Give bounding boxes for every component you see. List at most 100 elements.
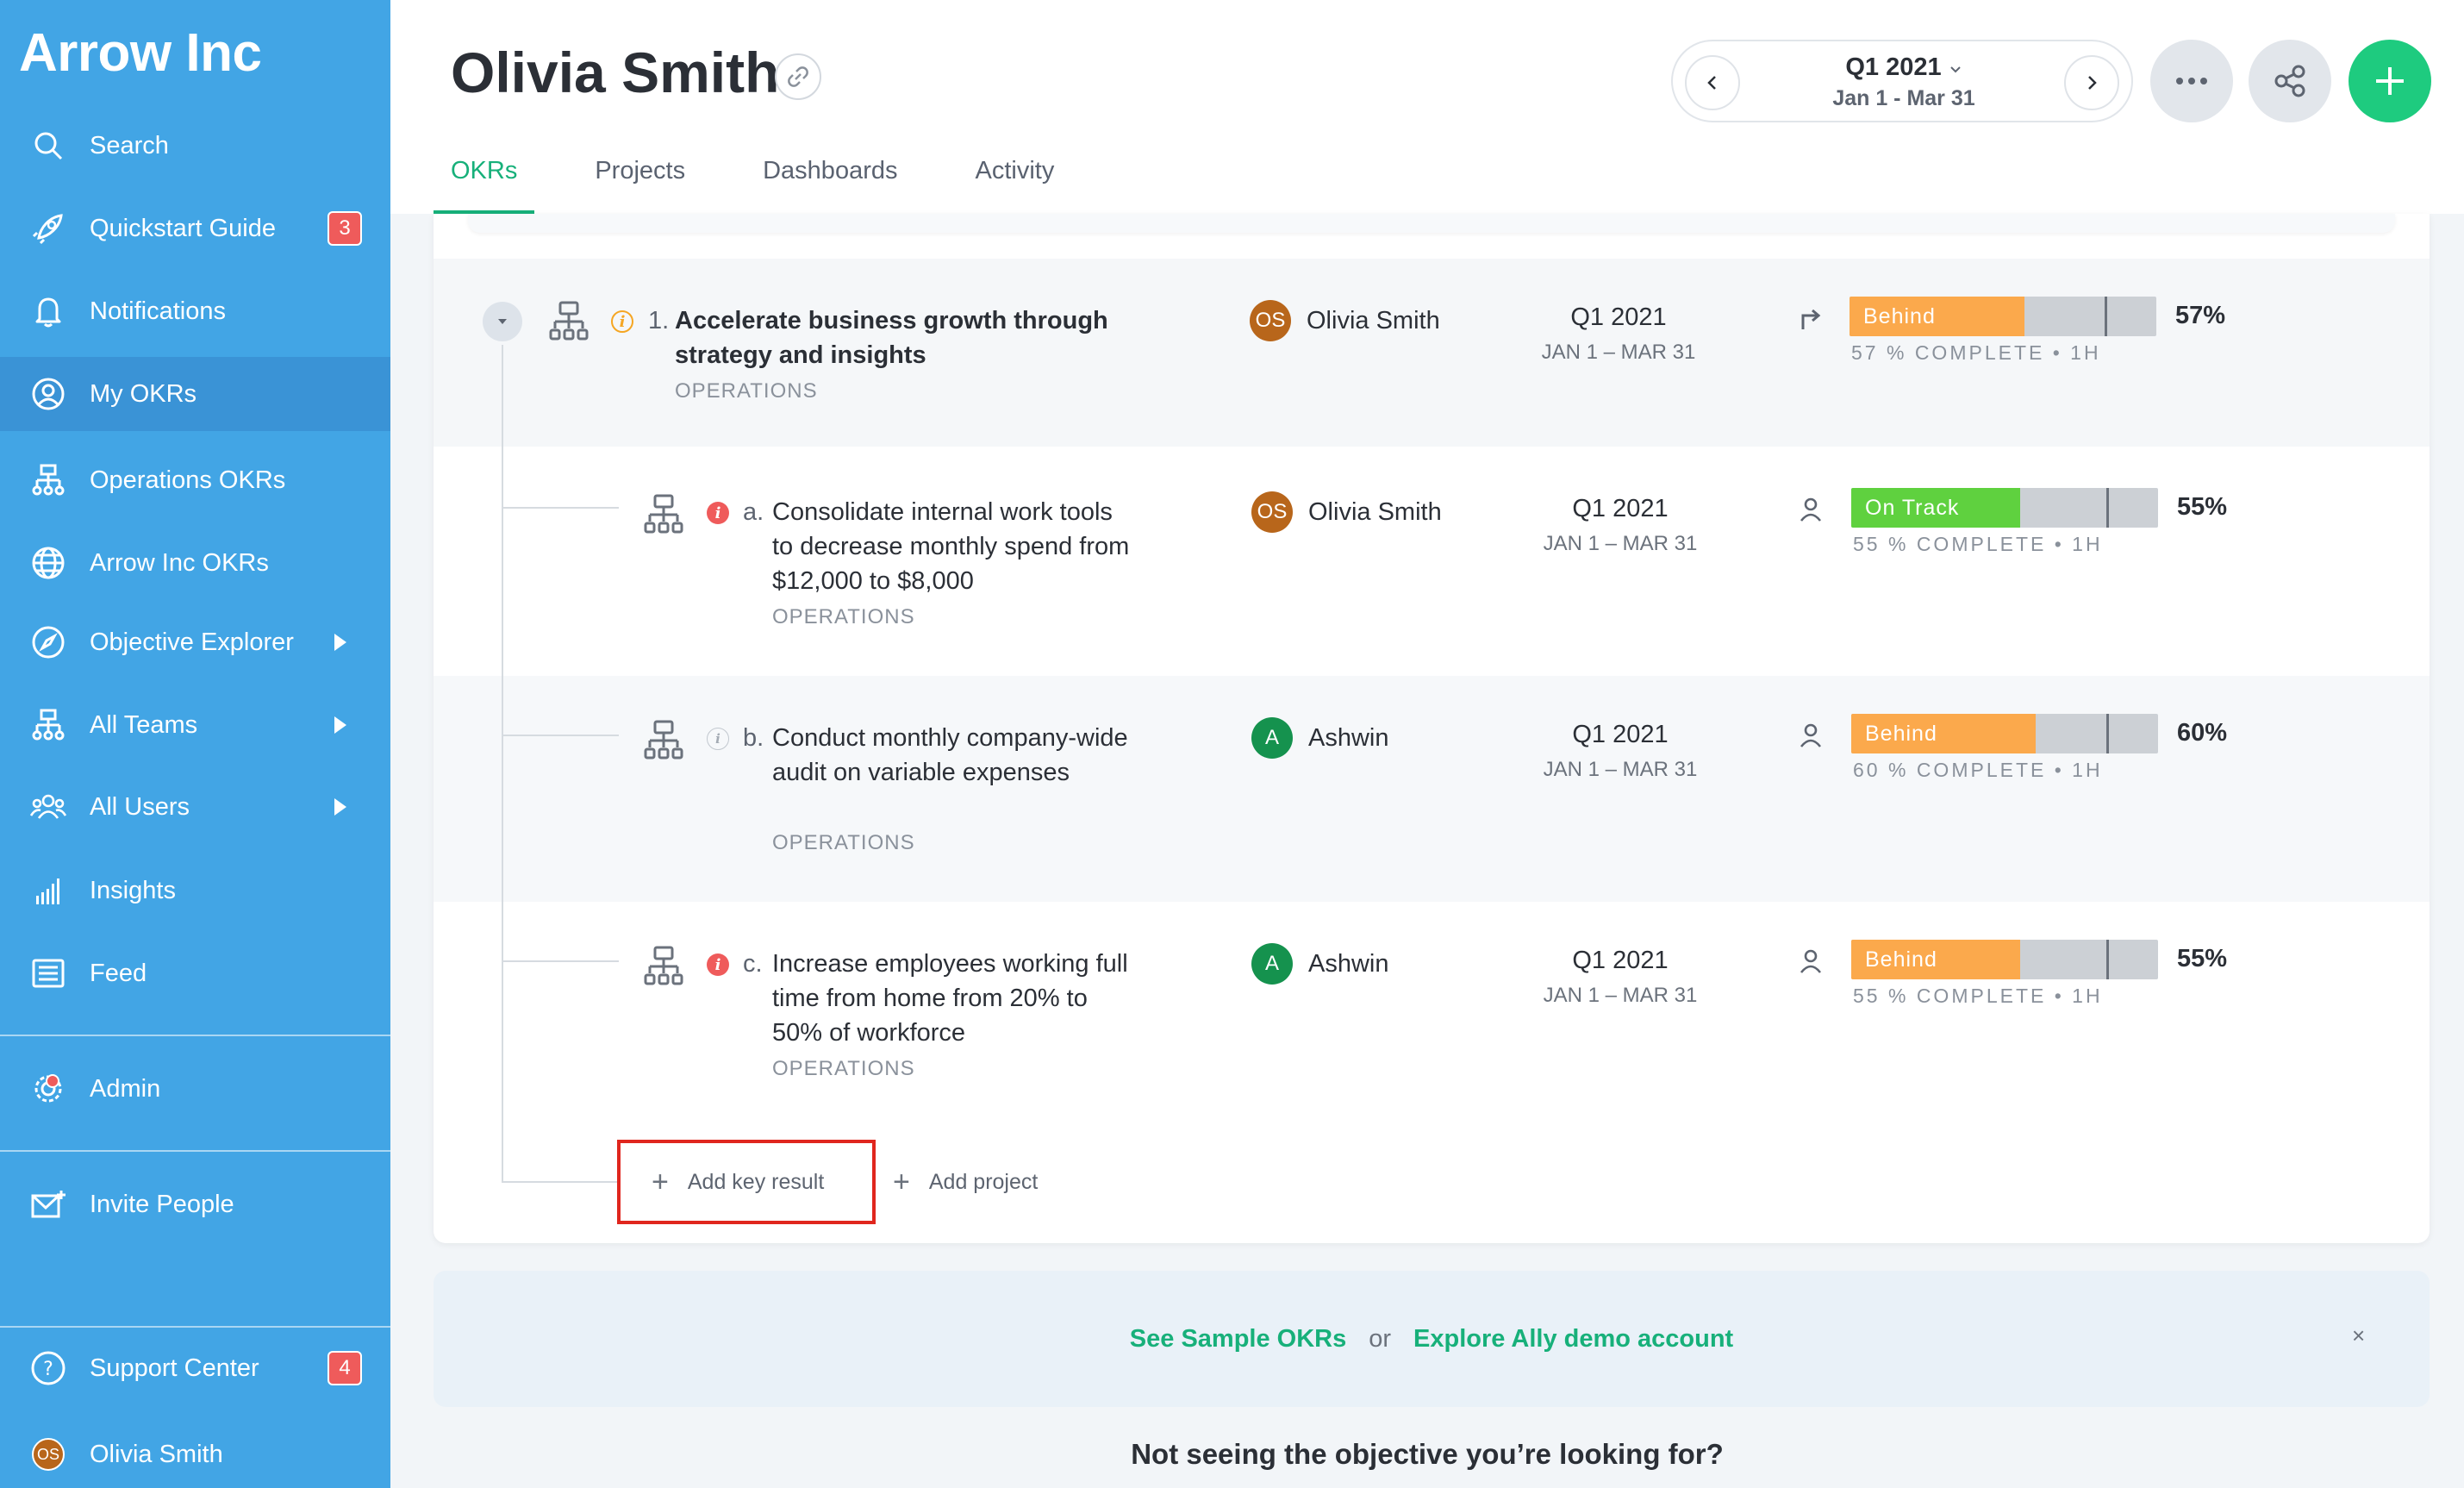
sidebar-item-label: Support Center [90,1354,259,1382]
key-result-team: OPERATIONS [772,1057,915,1080]
share-icon [2274,65,2305,97]
sidebar-item-invite-people[interactable]: Invite People [0,1167,390,1241]
tree-branch [502,1181,619,1183]
sidebar-item-quickstart[interactable]: Quickstart Guide 3 [0,191,390,266]
info-icon[interactable]: i [707,953,729,976]
progress-caption: 60 % COMPLETE • 1H [1853,759,2103,781]
add-key-result-label: Add key result [687,1169,825,1194]
period-label: Q1 2021 [1572,947,1669,974]
key-result-owner[interactable]: A Ashwin [1251,943,1389,985]
plus-icon: + [652,1165,669,1198]
tab-activity[interactable]: Activity [958,157,1071,214]
sidebar-item-admin[interactable]: Admin [0,1052,390,1126]
copy-link-button[interactable] [775,53,821,100]
chevron-right-icon [334,716,346,734]
brand-logo[interactable]: Arrow Inc [19,22,262,84]
sidebar-item-support-center[interactable]: ? Support Center 4 [0,1331,390,1405]
share-button[interactable] [2249,40,2331,122]
info-icon[interactable]: i [707,728,729,750]
globe-icon [29,544,67,582]
key-result-title[interactable]: Consolidate internal work tools to decre… [772,495,1134,598]
objective-owner[interactable]: OS Olivia Smith [1250,300,1440,341]
sample-okrs-banner: See Sample OKRs or Explore Ally demo acc… [434,1271,2430,1407]
plus-icon: + [893,1165,910,1198]
avatar: OS [32,1438,65,1471]
more-options-button[interactable] [2150,40,2233,122]
progress-bar[interactable]: Behind [1851,714,2158,753]
sidebar-item-insights[interactable]: Insights [0,853,390,928]
sidebar-item-label: All Users [90,792,190,821]
search-icon [29,127,67,165]
sidebar-item-label: Insights [90,876,176,904]
tab-okrs[interactable]: OKRs [434,157,535,214]
sidebar-item-feed[interactable]: Feed [0,936,390,1010]
add-button[interactable] [2349,40,2431,122]
key-result-owner[interactable]: OS Olivia Smith [1251,491,1442,533]
person-icon [1800,497,1822,522]
sidebar-item-all-users[interactable]: All Users [0,770,390,844]
explore-demo-link[interactable]: Explore Ally demo account [1413,1325,1733,1354]
profile-avatar-wrap: OS [29,1435,67,1473]
tab-projects[interactable]: Projects [577,157,702,214]
chevron-down-icon [1949,66,1961,73]
sidebar: Arrow Inc Search Quickstart Guide 3 Noti… [0,0,390,1488]
sidebar-item-operations-okrs[interactable]: Operations OKRs [0,443,390,517]
progress-percent: 55% [2177,945,2228,972]
period-selector[interactable]: Q1 2021 Jan 1 - Mar 31 [1671,40,2133,122]
sidebar-item-my-okrs[interactable]: My OKRs [0,357,390,431]
owner-name: Olivia Smith [1307,306,1440,334]
invite-mail-icon [29,1185,67,1223]
sidebar-item-all-teams[interactable]: All Teams [0,688,390,762]
sidebar-item-search[interactable]: Search [0,109,390,183]
key-result-owner[interactable]: A Ashwin [1251,717,1389,759]
info-icon[interactable]: i [611,310,633,333]
rocket-icon [29,209,67,247]
owner-name: Ashwin [1308,949,1389,978]
sidebar-divider [0,1326,390,1328]
person-icon [1800,949,1822,973]
user-circle-icon [29,375,67,413]
sidebar-item-label: Arrow Inc OKRs [90,548,269,577]
sidebar-item-notifications[interactable]: Notifications [0,274,390,348]
help-icon: ? [29,1349,67,1387]
avatar: A [1251,717,1293,759]
tab-dashboards[interactable]: Dashboards [745,157,914,214]
avatar: OS [1250,300,1291,341]
progress-bar[interactable]: Behind [1851,940,2158,979]
caret-down-icon [498,319,507,324]
bar-chart-icon [29,872,67,910]
sidebar-item-label: Search [90,131,169,159]
add-project-button[interactable]: + Add project [893,1140,1038,1224]
period-range: JAN 1 – MAR 31 [1543,532,1698,555]
progress-caption: 55 % COMPLETE • 1H [1853,533,2103,555]
collapse-toggle[interactable] [483,302,522,341]
key-result-title[interactable]: Conduct monthly company-wide audit on va… [772,721,1134,790]
progress-bar[interactable]: Behind [1850,297,2156,336]
next-period-button[interactable] [2064,55,2119,110]
sidebar-item-label: My OKRs [90,379,197,408]
objective-title[interactable]: Accelerate business growth through strat… [675,303,1157,372]
sidebar-item-profile[interactable]: OS Olivia Smith [0,1417,390,1488]
key-result-period: Q1 2021 JAN 1 – MAR 31 [1534,721,1706,782]
more-icon [2176,78,2207,84]
period-range: JAN 1 – MAR 31 [1541,341,1696,364]
svg-text:?: ? [43,1359,53,1380]
link-icon [788,66,808,87]
progress-percent: 55% [2177,493,2228,521]
objective-number: 1. [648,307,670,334]
progress-caption: 55 % COMPLETE • 1H [1853,985,2103,1007]
key-result-title[interactable]: Increase employees working full time fro… [772,947,1134,1050]
org-chart-icon [29,461,67,499]
see-sample-okrs-link[interactable]: See Sample OKRs [1130,1325,1346,1354]
progress-bar[interactable]: On Track [1851,488,2158,528]
info-icon[interactable]: i [707,502,729,524]
add-key-result-button[interactable]: + Add key result [617,1140,876,1224]
sidebar-item-arrow-inc-okrs[interactable]: Arrow Inc OKRs [0,526,390,600]
page-title: Olivia Smith [451,41,780,104]
close-icon[interactable]: × [2352,1322,2365,1349]
bell-icon [29,292,67,330]
page-header: Olivia Smith Q1 2021 Jan 1 - Mar 31 OKRs… [390,0,2464,214]
sidebar-divider [0,1035,390,1036]
sidebar-item-objective-explorer[interactable]: Objective Explorer [0,605,390,679]
progress-target-marker [2105,297,2107,336]
